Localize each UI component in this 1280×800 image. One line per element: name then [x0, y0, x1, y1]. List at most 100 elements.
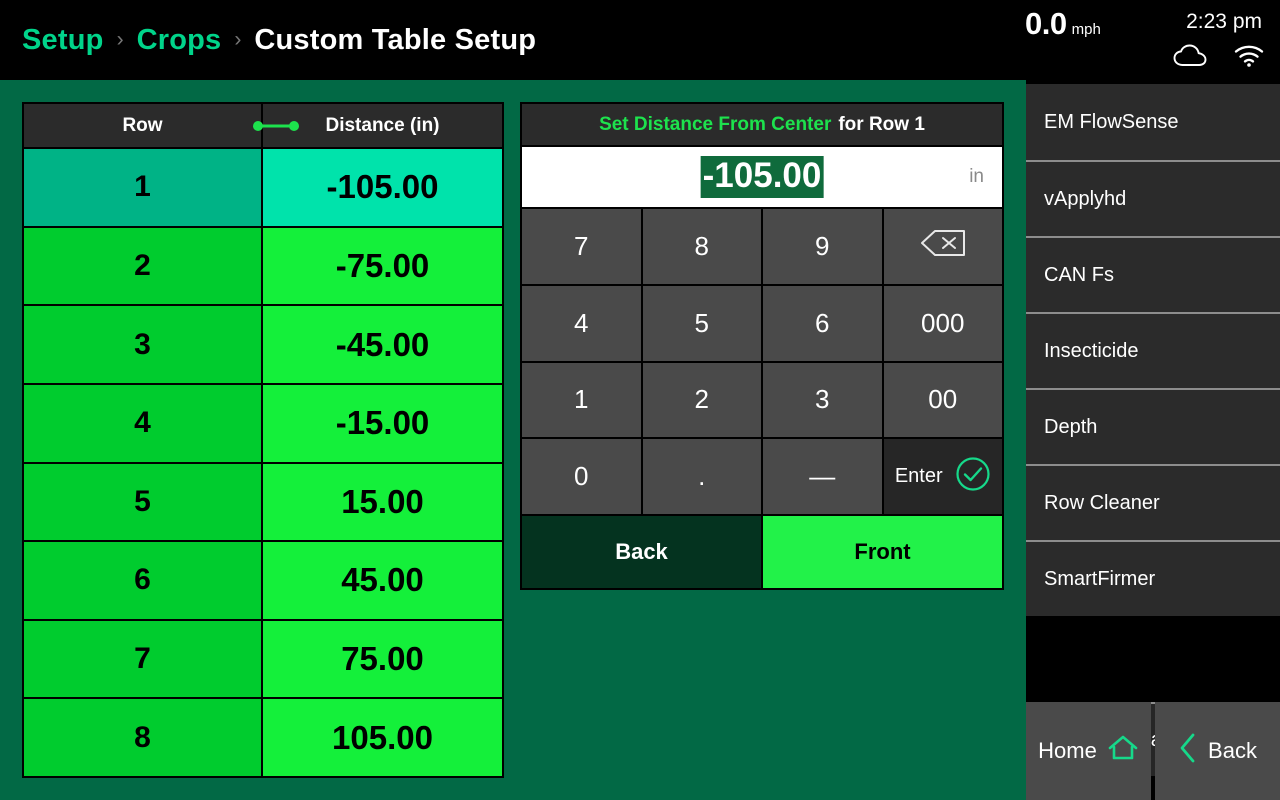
navigation-button-row: Home Back — [1026, 702, 1280, 800]
key-decimal[interactable]: . — [642, 439, 761, 514]
breadcrumb-item-crops[interactable]: Crops — [137, 24, 222, 57]
sidebar-item-vapplyhd[interactable]: vApplyhd — [1026, 160, 1280, 236]
status-icon-group — [1173, 44, 1264, 72]
table-cell-row-number[interactable]: 5 — [24, 463, 263, 541]
key-3-label: 3 — [815, 384, 830, 415]
sidebar-item-label: Row Cleaner — [1044, 491, 1160, 514]
table-cell-distance[interactable]: 15.00 — [263, 463, 502, 541]
breadcrumb-separator-icon: › — [234, 27, 242, 51]
top-status-bar: Setup › Crops › Custom Table Setup 0.0 m… — [0, 0, 1280, 80]
key-backspace[interactable] — [883, 209, 1002, 284]
table-cell-distance[interactable]: -105.00 — [263, 149, 502, 226]
key-3[interactable]: 3 — [763, 362, 882, 438]
table-row[interactable]: 7 75.00 — [24, 620, 502, 700]
key-8[interactable]: 8 — [642, 209, 761, 284]
key-9[interactable]: 9 — [763, 209, 882, 284]
key-2[interactable]: 2 — [642, 362, 761, 438]
table-row[interactable]: 6 45.00 — [24, 542, 502, 621]
sidebar-item-list[interactable]: EM FlowSense vApplyhd CAN Fs Insecticide Dep… — [1026, 84, 1280, 620]
key-enter-label: Enter — [894, 465, 943, 488]
front-position-button[interactable]: Front — [763, 516, 1002, 588]
key-4-label: 4 — [574, 307, 589, 338]
key-000-label: 000 — [921, 307, 965, 338]
sidebar-item-insecticide[interactable]: Insecticide — [1026, 312, 1280, 388]
table-cell-row-number[interactable]: 7 — [24, 620, 263, 698]
table-cell-row-number[interactable]: 1 — [24, 149, 263, 226]
table-cell-distance[interactable]: -75.00 — [263, 227, 502, 305]
sidebar-item-depth[interactable]: Depth — [1026, 388, 1280, 464]
sidebar-item-label: EM FlowSense — [1044, 110, 1179, 133]
sidebar-item-label: Depth — [1044, 415, 1098, 438]
sidebar-item-label: vApplyhd — [1044, 187, 1127, 210]
key-7[interactable]: 7 — [522, 209, 641, 284]
sidebar-item-label: Insecticide — [1044, 339, 1139, 362]
sidebar-item-can-fs[interactable]: CAN Fs — [1026, 236, 1280, 312]
distance-input-value[interactable]: -105.00 — [700, 155, 824, 199]
position-toggle-group: Back Front — [522, 514, 1002, 588]
table-cell-distance[interactable]: -15.00 — [263, 384, 502, 462]
back-button[interactable]: Back — [1155, 702, 1280, 800]
table-cell-row-number[interactable]: 6 — [24, 542, 263, 619]
home-icon — [1107, 734, 1139, 768]
entry-title-target: for Row 1 — [838, 113, 925, 135]
column-header-distance: Distance (in) — [325, 114, 440, 136]
breadcrumb-item-setup[interactable]: Setup — [22, 24, 104, 57]
table-cell-distance[interactable]: 45.00 — [263, 542, 502, 619]
key-minus[interactable]: — — [763, 439, 882, 514]
distance-input-unit: in — [969, 166, 984, 187]
sidebar-item-em-flowsense[interactable]: EM FlowSense — [1026, 84, 1280, 160]
table-cell-row-number[interactable]: 3 — [24, 306, 263, 383]
wifi-icon — [1234, 44, 1264, 72]
table-row[interactable]: 2 -75.00 — [24, 227, 502, 307]
key-5[interactable]: 5 — [642, 285, 761, 361]
numeric-keypad: 7 8 9 4 5 6 000 1 2 3 00 0. — Enter — [522, 209, 1002, 514]
key-00-label: 00 — [928, 384, 958, 415]
key-0[interactable]: 0 — [522, 439, 641, 514]
table-header-row: Row Distance (in) — [24, 104, 502, 149]
breadcrumb-separator-icon: › — [116, 27, 124, 51]
key-8-label: 8 — [694, 230, 709, 261]
table-row[interactable]: 4 -15.00 — [24, 384, 502, 464]
table-cell-distance[interactable]: 75.00 — [263, 620, 502, 698]
table-cell-distance[interactable]: -45.00 — [263, 306, 502, 383]
table-cell-row-number[interactable]: 4 — [24, 384, 263, 462]
table-cell-distance[interactable]: 105.00 — [263, 699, 502, 776]
chevron-left-icon — [1178, 732, 1198, 770]
distance-entry-panel: Set Distance From Center for Row 1 -105.… — [520, 102, 1004, 590]
key-9-label: 9 — [815, 230, 830, 261]
key-decimal-label: . — [698, 461, 706, 492]
home-button-label: Home — [1038, 738, 1097, 763]
table-row[interactable]: 3 -45.00 — [24, 306, 502, 385]
cloud-icon — [1173, 44, 1207, 72]
key-0-label: 0 — [574, 461, 589, 492]
key-minus-label: — — [809, 461, 836, 492]
key-6[interactable]: 6 — [763, 285, 882, 361]
key-5-label: 5 — [694, 307, 709, 338]
sidebar-item-label: SmartFirmer — [1044, 567, 1156, 590]
table-cell-row-number[interactable]: 2 — [24, 227, 263, 305]
backspace-icon — [919, 228, 967, 265]
table-row[interactable]: 8 105.00 — [24, 699, 502, 776]
speed-indicator: 0.0 mph — [1025, 6, 1101, 42]
key-4[interactable]: 4 — [522, 285, 641, 361]
table-row[interactable]: 5 15.00 — [24, 463, 502, 543]
key-enter[interactable]: Enter — [883, 439, 1002, 514]
distance-input-field[interactable]: -105.00 in — [522, 147, 1002, 209]
key-000[interactable]: 000 — [883, 285, 1002, 361]
key-1[interactable]: 1 — [522, 362, 641, 438]
entry-panel-title: Set Distance From Center for Row 1 — [522, 104, 1002, 147]
breadcrumb: Setup › Crops › Custom Table Setup — [22, 0, 536, 80]
sidebar-item-row-cleaner[interactable]: Row Cleaner — [1026, 464, 1280, 540]
home-button[interactable]: Home — [1026, 702, 1151, 800]
table-cell-row-number[interactable]: 8 — [24, 699, 263, 776]
sidebar-item-smartfirmer[interactable]: SmartFirmer — [1026, 540, 1280, 616]
table-row[interactable]: 1 -105.00 — [24, 149, 502, 228]
back-position-button[interactable]: Back — [522, 516, 761, 588]
speed-value: 0.0 — [1025, 6, 1067, 41]
row-distance-table: Row Distance (in) 1 -105.00 2 -75.00 3 -45.00… — [22, 102, 504, 778]
table-body: 1 -105.00 2 -75.00 3 -45.00 4 -15.00 5 15.00 6 45.0… — [24, 149, 502, 776]
key-7-label: 7 — [574, 230, 589, 261]
key-1-label: 1 — [574, 384, 589, 415]
check-circle-icon — [955, 456, 991, 498]
key-00[interactable]: 00 — [883, 362, 1002, 438]
